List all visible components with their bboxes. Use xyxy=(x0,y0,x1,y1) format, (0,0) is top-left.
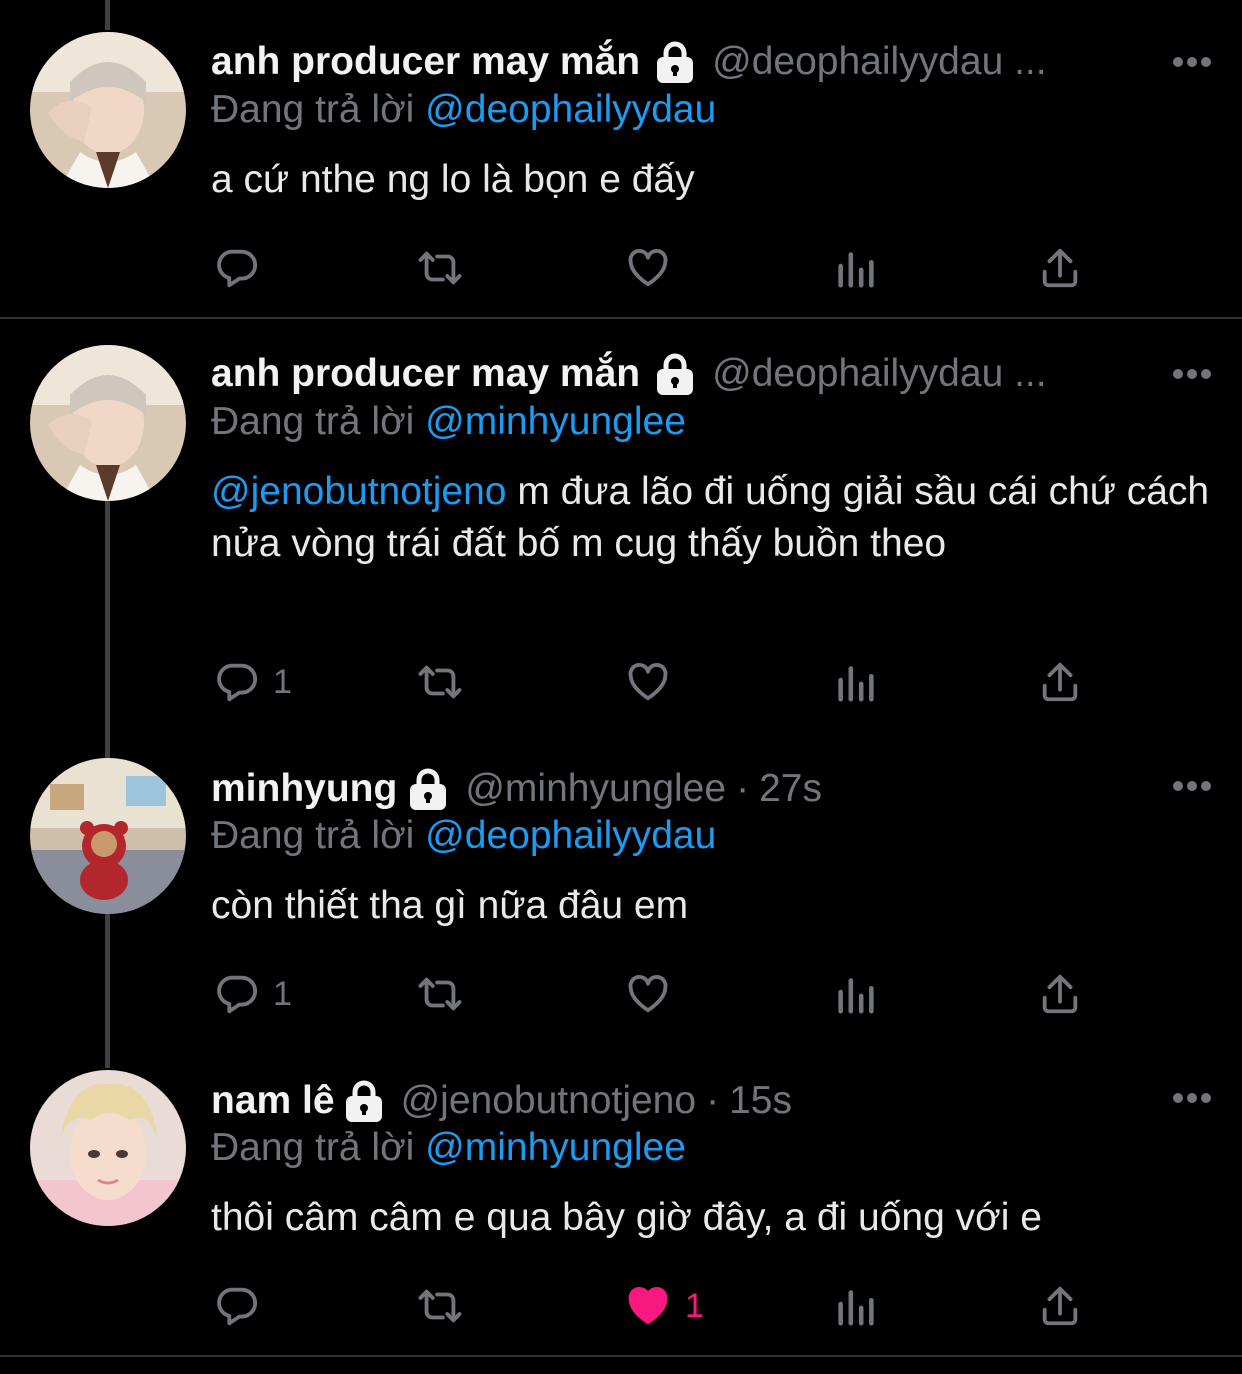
reply-button[interactable]: 1 xyxy=(213,968,292,1020)
retweet-icon xyxy=(418,977,462,1011)
analytics-icon xyxy=(838,978,874,1014)
share-icon xyxy=(1042,662,1078,702)
views-button[interactable] xyxy=(833,242,879,294)
lock-icon xyxy=(343,1079,385,1123)
avatar[interactable] xyxy=(30,1070,186,1226)
share-icon xyxy=(1042,974,1078,1014)
heart-filled-icon xyxy=(628,1286,668,1325)
replying-to: Đang trả lời @minhyunglee xyxy=(211,1126,686,1170)
avatar[interactable] xyxy=(30,345,186,501)
retweet-button[interactable] xyxy=(417,656,463,708)
heart-icon xyxy=(628,248,668,287)
analytics-icon xyxy=(838,666,874,702)
views-button[interactable] xyxy=(833,1280,879,1332)
more-icon[interactable] xyxy=(1172,368,1212,380)
action-bar: 1 xyxy=(211,656,1242,708)
tweet-text: a cứ nthe ng lo là bọn e đấy xyxy=(211,154,1211,206)
share-button[interactable] xyxy=(1037,1280,1083,1332)
display-name[interactable]: anh producer may mắn xyxy=(211,40,640,84)
reply-icon xyxy=(217,249,258,288)
display-name[interactable]: nam lê xyxy=(211,1079,335,1123)
heart-icon xyxy=(628,974,668,1013)
more-icon[interactable] xyxy=(1172,56,1212,68)
retweet-button[interactable] xyxy=(417,1280,463,1332)
handle[interactable]: @minhyunglee xyxy=(465,767,726,811)
share-icon xyxy=(1042,1286,1078,1326)
retweet-button[interactable] xyxy=(417,968,463,1020)
more-icon[interactable] xyxy=(1172,1092,1212,1104)
tweet[interactable]: anh producer may mắn @deophailyydau ... … xyxy=(0,319,1242,739)
action-bar: 1 xyxy=(211,1280,1242,1332)
replying-to-prefix: Đang trả lời xyxy=(211,1126,415,1169)
avatar[interactable] xyxy=(30,32,186,188)
retweet-icon xyxy=(418,1289,462,1323)
handle[interactable]: @jenobutnotjeno xyxy=(401,1079,697,1123)
retweet-icon xyxy=(418,665,462,699)
replying-to-handle[interactable]: @deophailyydau xyxy=(425,88,716,131)
handle[interactable]: @deophailyydau ... xyxy=(712,352,1046,396)
tweet-body: còn thiết tha gì nữa đâu em xyxy=(211,884,689,927)
tweet-body: a cứ nthe ng lo là bọn e đấy xyxy=(211,158,695,201)
reply-icon xyxy=(217,663,258,702)
heart-icon xyxy=(628,662,668,701)
views-button[interactable] xyxy=(833,968,879,1020)
analytics-icon xyxy=(838,252,874,288)
tweet-text: thôi câm câm e qua bây giờ đây, a đi uốn… xyxy=(211,1192,1211,1244)
reply-count: 1 xyxy=(273,974,292,1013)
replying-to-handle[interactable]: @minhyunglee xyxy=(425,400,686,443)
share-button[interactable] xyxy=(1037,656,1083,708)
tweet[interactable]: minhyung @minhyunglee · 27s Đang trả lời… xyxy=(0,740,1242,1060)
like-button[interactable] xyxy=(625,242,685,294)
action-bar: 1 xyxy=(211,968,1242,1020)
action-bar xyxy=(211,242,1242,294)
separator-dot: · xyxy=(736,767,750,810)
retweet-button[interactable] xyxy=(417,242,463,294)
like-count: 1 xyxy=(685,1286,704,1325)
retweet-icon xyxy=(418,251,462,285)
reply-button[interactable] xyxy=(213,242,273,294)
replying-to-handle[interactable]: @deophailyydau xyxy=(425,814,716,857)
reply-icon xyxy=(217,975,258,1014)
replying-to: Đang trả lời @minhyunglee xyxy=(211,400,686,444)
replying-to-handle[interactable]: @minhyunglee xyxy=(425,1126,686,1169)
tweet-mention[interactable]: @jenobutnotjeno xyxy=(211,470,507,513)
like-button[interactable] xyxy=(625,656,685,708)
tweet-text: còn thiết tha gì nữa đâu em xyxy=(211,880,1211,932)
replying-to-prefix: Đang trả lời xyxy=(211,400,415,443)
like-button[interactable]: 1 xyxy=(625,1280,704,1332)
separator-dot: · xyxy=(706,1079,720,1122)
more-icon[interactable] xyxy=(1172,780,1212,792)
replying-to: Đang trả lời @deophailyydau xyxy=(211,814,716,858)
tweet-body: thôi câm câm e qua bây giờ đây, a đi uốn… xyxy=(211,1196,1042,1239)
display-name[interactable]: minhyung xyxy=(211,767,397,811)
share-icon xyxy=(1042,248,1078,288)
display-name[interactable]: anh producer may mắn xyxy=(211,352,640,396)
tweet[interactable]: nam lê @jenobutnotjeno · 15s Đang trả lờ… xyxy=(0,1052,1242,1355)
replying-to-prefix: Đang trả lời xyxy=(211,88,415,131)
handle[interactable]: @deophailyydau ... xyxy=(712,40,1046,84)
timestamp[interactable]: 27s xyxy=(759,767,822,811)
tweet[interactable]: anh producer may mắn @deophailyydau ... … xyxy=(0,0,1242,317)
lock-icon xyxy=(654,352,696,396)
reply-icon xyxy=(217,1287,258,1326)
replying-to: Đang trả lời @deophailyydau xyxy=(211,88,716,132)
share-button[interactable] xyxy=(1037,968,1083,1020)
analytics-icon xyxy=(838,1290,874,1326)
divider xyxy=(0,1355,1242,1357)
like-button[interactable] xyxy=(625,968,685,1020)
lock-icon xyxy=(407,767,449,811)
timestamp[interactable]: 15s xyxy=(729,1079,792,1123)
lock-icon xyxy=(654,40,696,84)
avatar[interactable] xyxy=(30,758,186,914)
tweet-text: @jenobutnotjeno m đưa lão đi uống giải s… xyxy=(211,466,1211,570)
share-button[interactable] xyxy=(1037,242,1083,294)
reply-count: 1 xyxy=(273,662,292,701)
reply-button[interactable]: 1 xyxy=(213,656,292,708)
replying-to-prefix: Đang trả lời xyxy=(211,814,415,857)
reply-button[interactable] xyxy=(213,1280,273,1332)
views-button[interactable] xyxy=(833,656,879,708)
